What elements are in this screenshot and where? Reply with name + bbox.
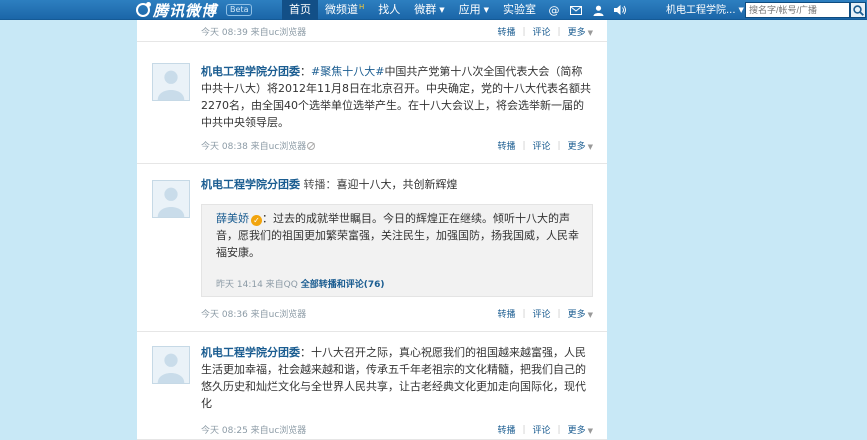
comment-link[interactable]: 评论 — [533, 423, 551, 436]
more-menu[interactable]: 更多 ▼ — [568, 139, 593, 152]
avatar[interactable] — [152, 346, 190, 384]
forward-link[interactable]: 转播 — [497, 307, 515, 320]
post-meta: 今天 08:38 来自uc浏览器 — [201, 139, 316, 152]
divider: | — [522, 26, 526, 37]
logo-text: 腾讯微博 — [153, 1, 218, 20]
topic-link[interactable]: #聚焦十八大# — [311, 65, 384, 78]
divider: | — [522, 308, 526, 319]
all-forwards-comments-link[interactable]: 全部转播和评论(76) — [301, 280, 385, 290]
feed-column: 今天 08:39 来自uc浏览器 转播 | 评论 | 更多 ▼ 机电工程学院分团委… — [137, 20, 607, 440]
main-nav: 首页 微频道H 找人 微群 ▼ 应用 ▼ 实验室 @ — [282, 0, 631, 20]
nav-find-people[interactable]: 找人 — [371, 0, 407, 20]
tencent-weibo-logo[interactable]: 腾讯微博 Beta — [136, 0, 253, 20]
chevron-down-icon: ▼ — [738, 6, 744, 14]
divider: | — [522, 140, 526, 151]
quoted-post: 薛美娇 ✓ ：过去的成就举世瞩目。今日的辉煌正在继续。倾听十八大的声音，愿我们的祖国… — [201, 204, 593, 297]
chevron-down-icon: ▼ — [483, 6, 490, 14]
avatar[interactable] — [152, 63, 190, 101]
author-link[interactable]: 机电工程学院分团委 — [201, 178, 300, 191]
feed-item: 机电工程学院分团委：十八大召开之际，真心祝愿我们的祖国越来越富强，人民生活更加幸… — [137, 332, 607, 440]
comment-link[interactable]: 评论 — [533, 25, 551, 38]
more-menu[interactable]: 更多 ▼ — [568, 423, 593, 436]
nav-groups[interactable]: 微群 ▼ — [407, 0, 451, 20]
default-avatar-icon — [157, 353, 185, 383]
nav-apps[interactable]: 应用 ▼ — [452, 0, 496, 20]
mail-icon[interactable] — [565, 0, 587, 20]
at-icon[interactable]: @ — [543, 0, 565, 20]
post-actions: 转播 | 评论 | 更多 ▼ — [497, 139, 593, 153]
divider: | — [557, 308, 561, 319]
comment-link[interactable]: 评论 — [533, 307, 551, 320]
comment-link[interactable]: 评论 — [533, 139, 551, 152]
default-avatar-icon — [157, 187, 185, 217]
nav-lab[interactable]: 实验室 — [496, 0, 543, 20]
default-avatar-icon — [157, 70, 185, 100]
chevron-down-icon: ▼ — [587, 311, 593, 319]
quoted-text: ：过去的成就举世瞩目。今日的辉煌正在继续。倾听十八大的声音，愿我们的祖国更加繁荣… — [216, 212, 579, 259]
feed-item: 机电工程学院分团委：#聚焦十八大#中国共产党第十八次全国代表大会（简称中共十八大… — [137, 42, 607, 164]
search-button[interactable] — [850, 2, 866, 18]
divider: | — [557, 26, 561, 37]
post-body: 机电工程学院分团委 转播：喜迎十八大，共创新辉煌 — [201, 176, 593, 193]
chevron-down-icon: ▼ — [439, 6, 445, 14]
top-navigation-bar: 腾讯微博 Beta 首页 微频道H 找人 微群 ▼ 应用 ▼ 实验室 @ 机电工程学… — [0, 0, 867, 20]
feed-item: 今天 08:39 来自uc浏览器 转播 | 评论 | 更多 ▼ — [137, 20, 607, 42]
post-body: 机电工程学院分团委：十八大召开之际，真心祝愿我们的祖国越来越富强，人民生活更加幸… — [201, 346, 586, 410]
post-meta: 今天 08:36 来自uc浏览器 — [201, 310, 307, 320]
user-icon[interactable] — [587, 0, 609, 20]
chevron-down-icon: ▼ — [587, 29, 593, 37]
chevron-down-icon: ▼ — [587, 427, 593, 435]
feed-item: 机电工程学院分团委 转播：喜迎十八大，共创新辉煌 薛美娇 ✓ ：过去的成就举世瞩目。… — [137, 164, 607, 332]
divider: | — [522, 424, 526, 435]
beta-badge: Beta — [226, 4, 253, 16]
hot-badge: H — [359, 3, 365, 11]
divider: | — [557, 140, 561, 151]
nav-home[interactable]: 首页 — [282, 0, 318, 20]
quoted-author-link[interactable]: 薛美娇 — [216, 212, 249, 225]
nav-channel[interactable]: 微频道H — [318, 0, 371, 20]
more-menu[interactable]: 更多 ▼ — [568, 307, 593, 320]
verified-badge-icon: ✓ — [251, 215, 262, 226]
logo-icon — [136, 2, 151, 17]
search-icon — [852, 4, 864, 16]
chevron-down-icon: ▼ — [587, 143, 593, 151]
quoted-post-meta: 昨天 14:14 来自QQ 全部转播和评论(76) — [216, 280, 385, 290]
forward-link[interactable]: 转播 — [497, 139, 515, 152]
post-actions: 转播 | 评论 | 更多 ▼ — [497, 423, 593, 437]
search-input[interactable] — [745, 2, 850, 18]
post-actions: 转播 | 评论 | 更多 ▼ — [497, 307, 593, 321]
post-meta: 今天 08:25 来自uc浏览器 — [201, 426, 307, 436]
forward-label: 转播： — [303, 178, 337, 191]
post-meta: 今天 08:39 来自uc浏览器 — [201, 28, 307, 38]
author-link[interactable]: 机电工程学院分团委 — [201, 346, 300, 359]
delete-icon[interactable] — [307, 142, 316, 150]
speaker-icon[interactable] — [609, 0, 631, 20]
author-link[interactable]: 机电工程学院分团委 — [201, 65, 300, 78]
more-menu[interactable]: 更多 ▼ — [568, 25, 593, 38]
post-text: 喜迎十八大，共创新辉煌 — [336, 178, 458, 191]
post-actions: 转播 | 评论 | 更多 ▼ — [497, 25, 593, 39]
post-body: 机电工程学院分团委：#聚焦十八大#中国共产党第十八次全国代表大会（简称中共十八大… — [201, 65, 591, 129]
forward-link[interactable]: 转播 — [497, 423, 515, 436]
forward-link[interactable]: 转播 — [497, 25, 515, 38]
quoted-post-body: 薛美娇 ✓ ：过去的成就举世瞩目。今日的辉煌正在继续。倾听十八大的声音，愿我们的祖国… — [216, 210, 581, 261]
divider: | — [557, 424, 561, 435]
avatar[interactable] — [152, 180, 190, 218]
user-account-menu[interactable]: 机电工程学院... ▼ — [666, 0, 744, 20]
